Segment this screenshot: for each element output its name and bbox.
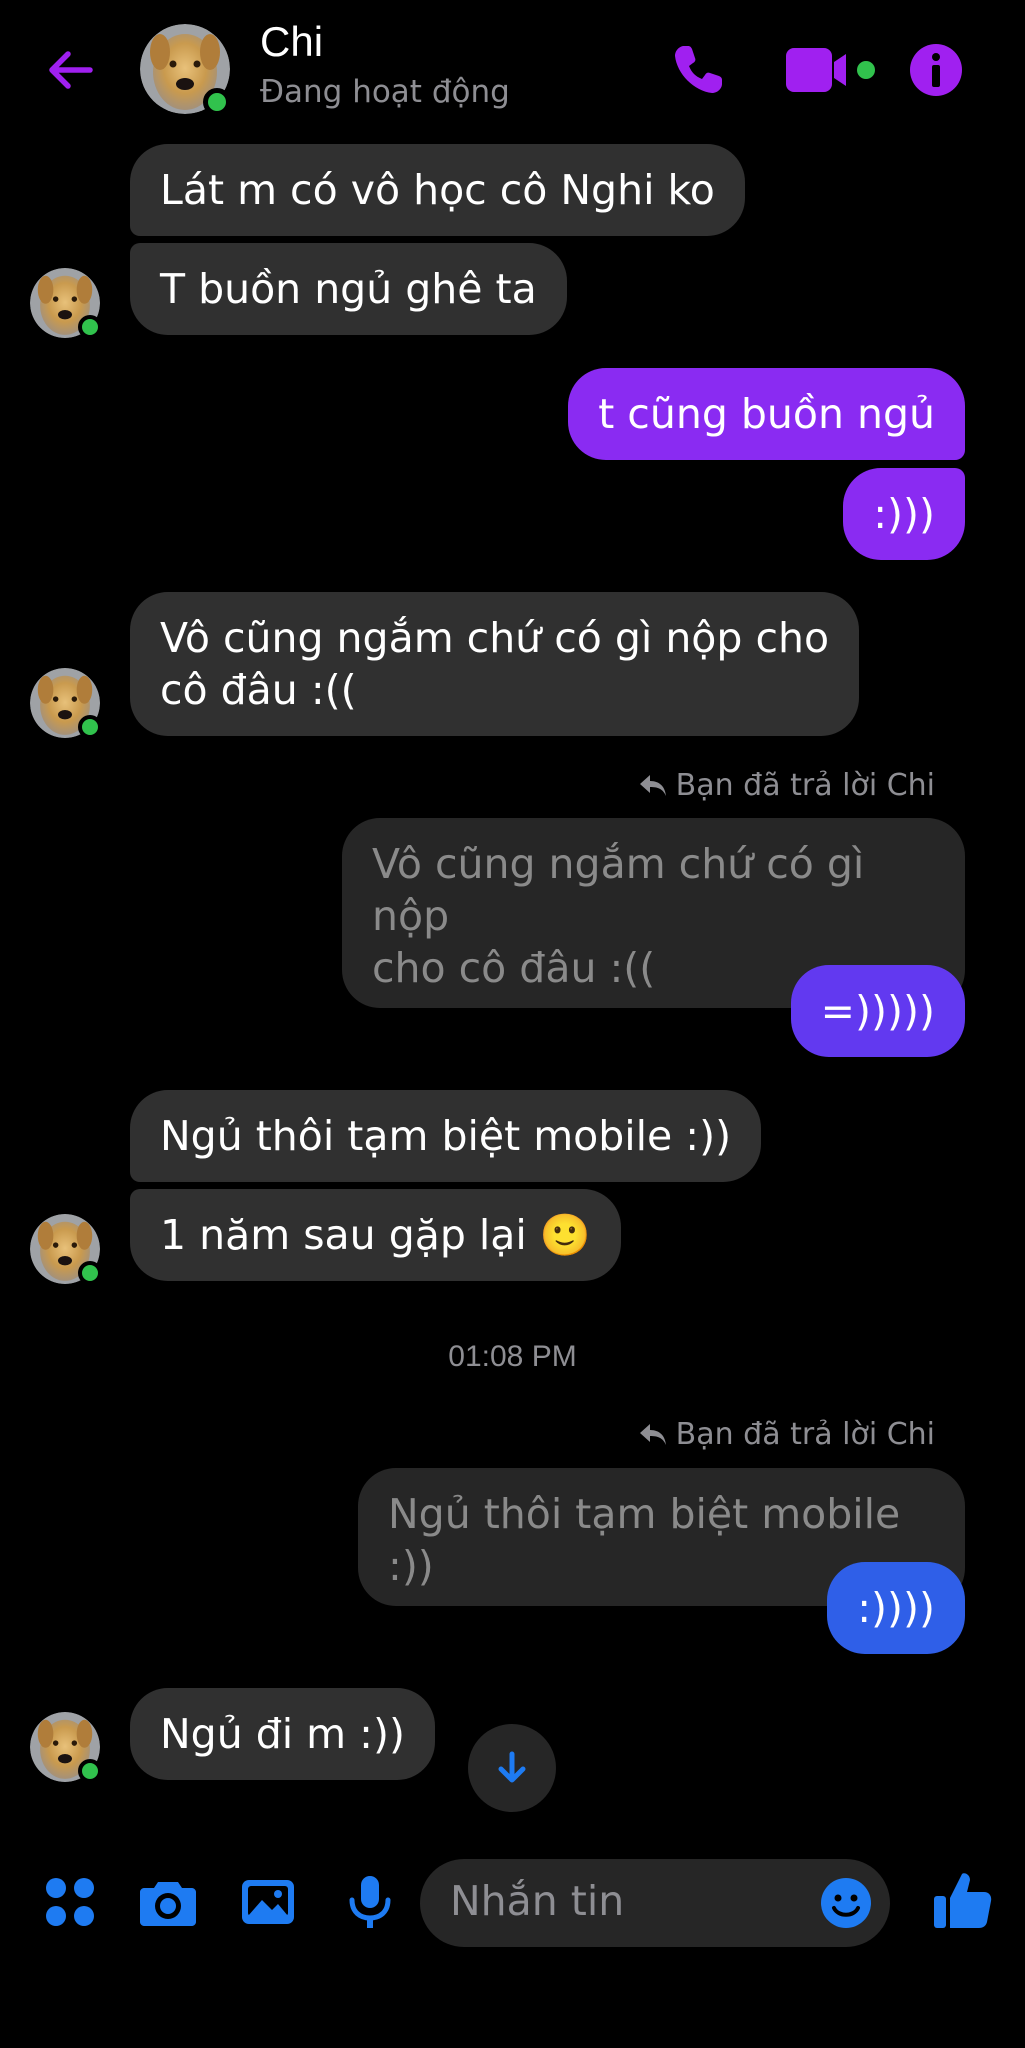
camera-icon[interactable] xyxy=(138,1872,198,1932)
incoming-message[interactable]: Ngủ đi m :)) xyxy=(130,1688,435,1780)
outgoing-message[interactable]: :))) xyxy=(843,468,965,560)
message-text: Ngủ thôi tạm biệt mobile :)) xyxy=(160,1112,732,1160)
active-status: Đang hoạt động xyxy=(260,74,510,110)
outgoing-message[interactable]: =))))) xyxy=(790,965,965,1057)
reply-label-text: Bạn đã trả lời Chi xyxy=(675,768,935,803)
incoming-message[interactable]: Ngủ thôi tạm biệt mobile :)) xyxy=(130,1090,762,1182)
message-input-placeholder: Nhắn tin xyxy=(450,1877,625,1925)
message-text: 1 năm sau gặp lại 🙂 xyxy=(160,1211,591,1259)
arrow-down-icon xyxy=(498,1751,526,1783)
message-text: :)))) xyxy=(857,1584,935,1632)
video-camera-icon[interactable] xyxy=(784,44,876,96)
message-text: t cũng buồn ngủ xyxy=(598,390,935,438)
reply-label: Bạn đã trả lời Chi xyxy=(638,1417,935,1452)
online-indicator xyxy=(78,1759,102,1783)
reply-arrow-icon xyxy=(639,1423,666,1445)
outgoing-message[interactable]: :)))) xyxy=(827,1562,965,1654)
conversation-header: Chi Đang hoạt động xyxy=(0,0,1025,140)
online-indicator xyxy=(78,315,102,339)
reply-label: Bạn đã trả lời Chi xyxy=(638,768,935,803)
outgoing-message[interactable]: t cũng buồn ngủ xyxy=(568,368,965,460)
message-text: :))) xyxy=(873,490,935,538)
online-indicator xyxy=(78,1261,102,1285)
message-input[interactable]: Nhắn tin xyxy=(420,1859,890,1947)
timestamp: 01:08 PM xyxy=(448,1340,577,1373)
online-indicator xyxy=(78,715,102,739)
quoted-text-line: Vô cũng ngắm chứ có gì nộp xyxy=(372,840,865,940)
reply-label-text: Bạn đã trả lời Chi xyxy=(675,1417,935,1452)
image-icon[interactable] xyxy=(238,1872,298,1932)
reply-arrow-icon xyxy=(639,774,666,796)
message-text: Ngủ đi m :)) xyxy=(160,1710,405,1758)
thumbs-up-icon[interactable] xyxy=(930,1868,994,1932)
message-text-line: cô đâu :(( xyxy=(160,666,357,714)
incoming-message[interactable]: T buồn ngủ ghê ta xyxy=(130,243,567,335)
message-text: T buồn ngủ ghê ta xyxy=(160,265,537,313)
microphone-icon[interactable] xyxy=(340,1872,400,1932)
back-arrow-icon[interactable] xyxy=(40,40,100,100)
incoming-message[interactable]: 1 năm sau gặp lại 🙂 xyxy=(130,1189,621,1281)
scroll-to-bottom-button[interactable] xyxy=(468,1724,556,1812)
info-icon[interactable] xyxy=(906,40,966,100)
phone-icon[interactable] xyxy=(668,40,728,100)
four-dots-icon[interactable] xyxy=(40,1872,100,1932)
incoming-message[interactable]: Vô cũng ngắm chứ có gì nộp cho cô đâu :(… xyxy=(130,592,860,736)
contact-name[interactable]: Chi xyxy=(260,18,323,66)
message-text: =))))) xyxy=(820,987,935,1035)
incoming-message[interactable]: Lát m có vô học cô Nghi ko xyxy=(130,144,745,236)
smiley-icon[interactable] xyxy=(820,1877,872,1929)
online-indicator xyxy=(203,88,231,116)
message-text: Lát m có vô học cô Nghi ko xyxy=(160,166,715,214)
message-text-line: Vô cũng ngắm chứ có gì nộp cho xyxy=(160,614,830,662)
